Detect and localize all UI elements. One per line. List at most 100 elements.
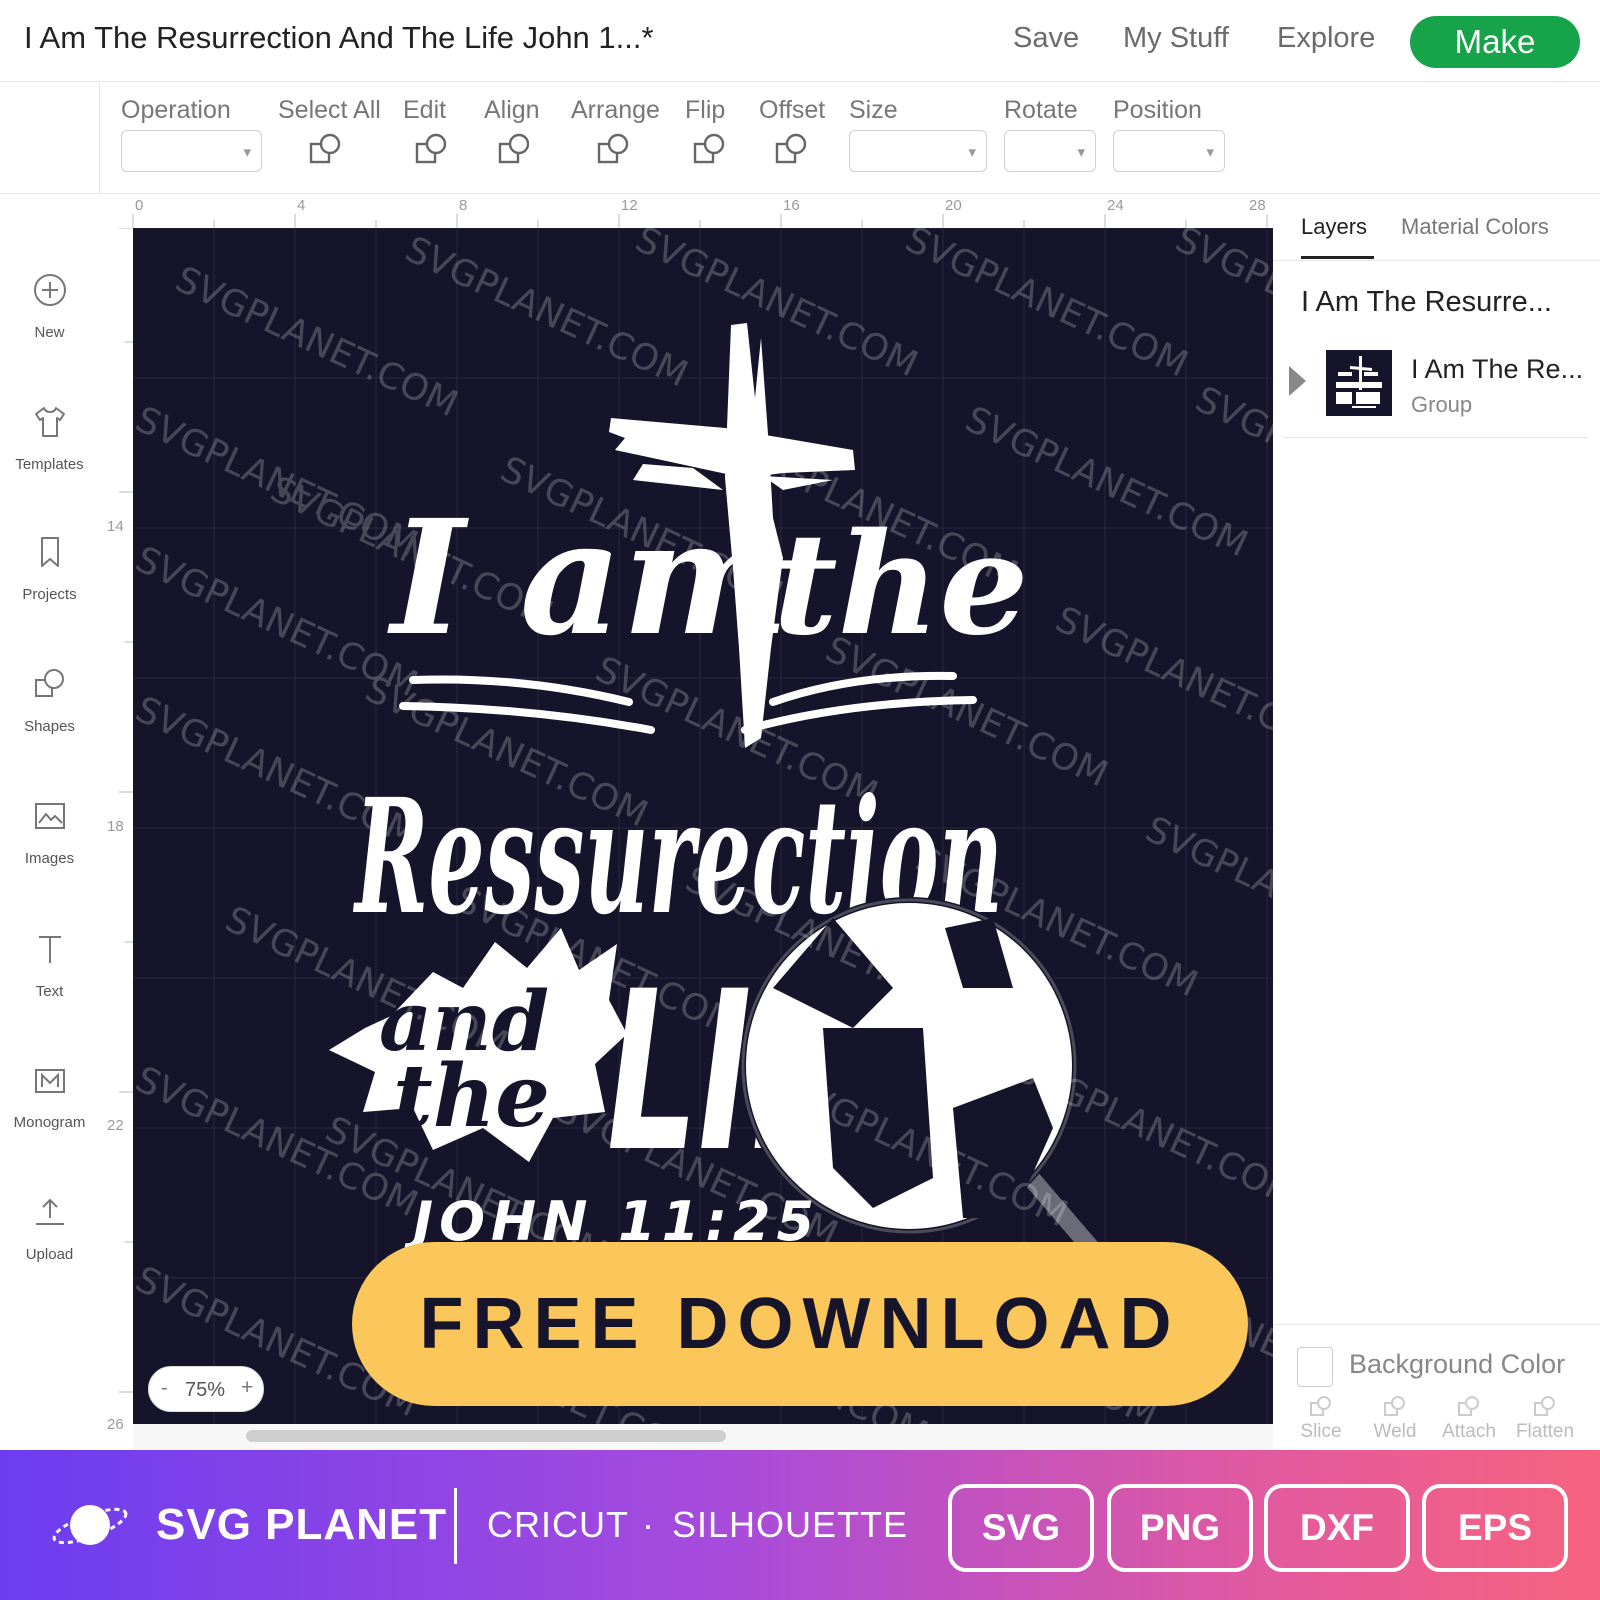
free-download-button[interactable]: FREE DOWNLOAD bbox=[352, 1242, 1248, 1406]
position-select[interactable]: ▾ bbox=[1113, 130, 1225, 172]
zoom-out-button[interactable]: - bbox=[161, 1377, 168, 1400]
monogram-icon bbox=[35, 1069, 65, 1093]
tab-material-colors[interactable]: Material Colors bbox=[1401, 214, 1549, 240]
ruler-label: 0 bbox=[135, 197, 144, 214]
layer-thumbnail bbox=[1326, 350, 1392, 416]
platform-silhouette: SILHOUETTE bbox=[672, 1504, 909, 1545]
sidebar-item-label: Upload bbox=[25, 1246, 74, 1263]
arrange-label: Arrange bbox=[571, 96, 660, 124]
layer-actions-panel: Background Color Slice Weld Attach Flatt… bbox=[1273, 1324, 1600, 1450]
platform-separator: · bbox=[642, 1504, 654, 1545]
select-all-icon[interactable] bbox=[307, 132, 343, 168]
rotate-label: Rotate bbox=[1004, 96, 1078, 124]
select-all-label: Select All bbox=[278, 96, 381, 124]
align-label: Align bbox=[484, 96, 540, 124]
layer-type: Group bbox=[1411, 392, 1473, 417]
sidebar-item-upload[interactable]: Upload bbox=[0, 1194, 99, 1304]
explore-link[interactable]: Explore bbox=[1277, 22, 1375, 55]
ruler-label: 18 bbox=[107, 818, 124, 835]
ruler-label: 24 bbox=[1107, 197, 1124, 214]
layer-name: I Am The Re... bbox=[1411, 354, 1584, 384]
flatten-button[interactable]: Flatten bbox=[1510, 1395, 1580, 1443]
planet-logo-icon bbox=[52, 1505, 128, 1545]
left-sidebar: New Templates Projects Shapes Images Tex… bbox=[0, 194, 99, 1450]
plus-circle-icon bbox=[34, 274, 66, 306]
ruler-label: 8 bbox=[459, 197, 468, 214]
ruler-label: 12 bbox=[621, 197, 638, 214]
flip-label: Flip bbox=[685, 96, 726, 124]
format-badge-svg: SVG bbox=[948, 1484, 1094, 1572]
ruler-label: 4 bbox=[297, 197, 306, 214]
ruler-label: 28 bbox=[1249, 197, 1266, 214]
slice-icon bbox=[1310, 1396, 1331, 1416]
sidebar-item-label: Images bbox=[24, 850, 75, 867]
save-link[interactable]: Save bbox=[1013, 22, 1079, 55]
zoom-in-button[interactable]: + bbox=[241, 1376, 253, 1400]
tab-layers[interactable]: Layers bbox=[1301, 214, 1367, 240]
flip-icon[interactable] bbox=[691, 132, 727, 168]
flatten-icon bbox=[1534, 1396, 1555, 1416]
platform-cricut: CRICUT bbox=[487, 1504, 629, 1545]
operation-label: Operation bbox=[121, 96, 231, 124]
sidebar-item-monogram[interactable]: Monogram bbox=[0, 1062, 99, 1172]
align-icon[interactable] bbox=[496, 132, 532, 168]
ruler-label: 26 bbox=[107, 1416, 124, 1433]
rotate-select[interactable]: ▾ bbox=[1004, 130, 1096, 172]
design-text-the-small: the bbox=[393, 1046, 550, 1147]
size-label: Size bbox=[849, 96, 898, 124]
make-button[interactable]: Make bbox=[1410, 16, 1580, 68]
promo-banner: SVG PLANET CRICUT · SILHOUETTE SVG PNG D… bbox=[0, 1450, 1600, 1600]
bookmark-icon bbox=[41, 537, 59, 567]
sidebar-item-images[interactable]: Images bbox=[0, 798, 99, 908]
sidebar-item-templates[interactable]: Templates bbox=[0, 404, 99, 514]
offset-icon[interactable] bbox=[773, 132, 809, 168]
weld-button[interactable]: Weld bbox=[1360, 1395, 1430, 1443]
shirt-icon bbox=[35, 407, 65, 437]
attach-icon bbox=[1458, 1396, 1479, 1416]
attach-button[interactable]: Attach bbox=[1434, 1395, 1504, 1443]
sidebar-item-label: Shapes bbox=[24, 718, 75, 735]
background-color-swatch[interactable] bbox=[1297, 1347, 1333, 1387]
shapes-icon bbox=[35, 669, 64, 697]
sidebar-item-label: New bbox=[34, 324, 65, 341]
top-bar: I Am The Resurrection And The Life John … bbox=[0, 0, 1600, 82]
tabs-divider bbox=[1273, 260, 1600, 261]
edit-label: Edit bbox=[403, 96, 447, 124]
active-tab-indicator bbox=[1301, 256, 1374, 259]
document-title[interactable]: I Am The Resurrection And The Life John … bbox=[24, 20, 654, 56]
weld-icon bbox=[1384, 1396, 1405, 1416]
ruler-label: 20 bbox=[945, 197, 962, 214]
watermark-text: SVGPLANET.COM bbox=[169, 259, 464, 425]
right-panel: Layers Material Colors I Am The Resurre.… bbox=[1273, 194, 1600, 1450]
horizontal-scrollbar[interactable] bbox=[246, 1430, 726, 1442]
sidebar-item-label: Templates bbox=[15, 456, 84, 473]
ruler-ticks bbox=[119, 228, 133, 1393]
sidebar-item-new[interactable]: New bbox=[0, 272, 99, 382]
my-stuff-link[interactable]: My Stuff bbox=[1123, 22, 1229, 55]
sidebar-item-text[interactable]: Text bbox=[0, 931, 99, 1041]
arrange-icon[interactable] bbox=[595, 132, 631, 168]
position-label: Position bbox=[1113, 96, 1202, 124]
offset-label: Offset bbox=[759, 96, 826, 124]
sidebar-item-label: Projects bbox=[22, 586, 77, 603]
banner-divider bbox=[454, 1488, 457, 1564]
layer-row[interactable]: I Am The Re... Group bbox=[1283, 344, 1588, 438]
expand-arrow-icon[interactable] bbox=[1289, 366, 1306, 396]
sidebar-item-shapes[interactable]: Shapes bbox=[0, 666, 99, 776]
watermark-text: SVGPLANET.COM bbox=[1049, 599, 1273, 765]
operation-select[interactable]: ▾ bbox=[121, 130, 262, 172]
format-badge-png: PNG bbox=[1107, 1484, 1253, 1572]
slice-button[interactable]: Slice bbox=[1286, 1395, 1356, 1443]
ruler-label: 14 bbox=[107, 518, 124, 535]
sidebar-item-label: Monogram bbox=[13, 1114, 86, 1131]
ruler-ticks bbox=[132, 214, 1268, 228]
sidebar-item-projects[interactable]: Projects bbox=[0, 534, 99, 644]
vertical-ruler: 14 18 22 26 bbox=[99, 228, 133, 1450]
zoom-control: - 75% + bbox=[148, 1366, 264, 1412]
image-icon bbox=[35, 803, 65, 829]
brand-name: SVG PLANET bbox=[156, 1500, 448, 1549]
size-select[interactable]: ▾ bbox=[849, 130, 987, 172]
edit-icon[interactable] bbox=[413, 132, 449, 168]
layers-document-name: I Am The Resurre... bbox=[1301, 286, 1552, 318]
upload-icon bbox=[36, 1198, 64, 1225]
